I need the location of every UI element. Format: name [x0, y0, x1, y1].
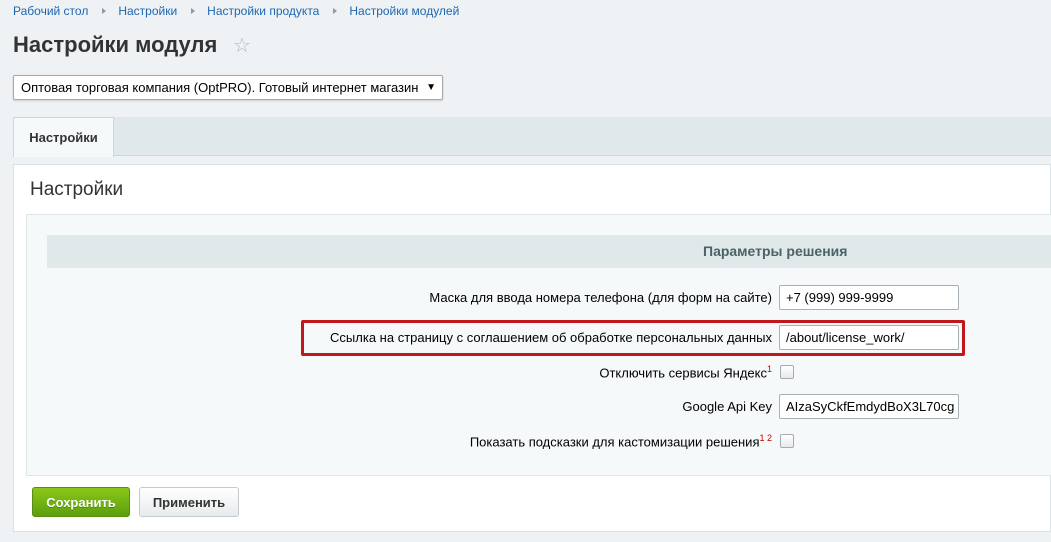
- yandex-services-label: Отключить сервисы Яндекс1: [599, 364, 772, 380]
- tabs-bar: Настройки: [13, 117, 1051, 157]
- breadcrumb: Рабочий стол Настройки Настройки продукт…: [13, 4, 459, 18]
- phone-mask-label: Маска для ввода номера телефона (для фор…: [429, 290, 772, 305]
- site-select-value: Оптовая торговая компания (OptPRO). Гото…: [21, 80, 419, 95]
- agreement-link-input[interactable]: /about/license_work/: [779, 325, 959, 350]
- tab-settings[interactable]: Настройки: [13, 117, 114, 157]
- page-title: Настройки модуля: [13, 32, 218, 57]
- breadcrumb-separator-icon: [102, 8, 107, 14]
- apply-button[interactable]: Применить: [139, 487, 239, 517]
- breadcrumb-separator-icon: [333, 8, 338, 14]
- settings-form: Параметры решения Маска для ввода номера…: [26, 214, 1051, 476]
- site-select[interactable]: Оптовая торговая компания (OptPRO). Гото…: [13, 75, 443, 100]
- customization-hints-label: Показать подсказки для кастомизации реше…: [470, 433, 772, 449]
- save-button[interactable]: Сохранить: [32, 487, 130, 517]
- footnote-marker: 1: [766, 364, 772, 374]
- footnote-marker: 1 2: [759, 433, 772, 443]
- google-api-key-input[interactable]: AIzaSyCkfEmdydBoX3L70cg: [779, 394, 959, 419]
- agreement-link-label: Ссылка на страницу с соглашением об обра…: [330, 330, 772, 345]
- breadcrumb-desktop[interactable]: Рабочий стол: [13, 4, 88, 18]
- google-api-key-label: Google Api Key: [682, 399, 772, 414]
- yandex-services-label-text: Отключить сервисы Яндекс: [599, 365, 767, 381]
- settings-panel: Настройки Параметры решения Маска для вв…: [13, 164, 1051, 532]
- breadcrumb-module-settings[interactable]: Настройки модулей: [349, 4, 459, 18]
- breadcrumb-product-settings[interactable]: Настройки продукта: [207, 4, 319, 18]
- breadcrumb-separator-icon: [191, 8, 196, 14]
- breadcrumb-settings[interactable]: Настройки: [118, 4, 177, 18]
- customization-hints-label-text: Показать подсказки для кастомизации реше…: [469, 434, 760, 450]
- star-icon[interactable]: ☆: [233, 36, 251, 56]
- yandex-services-checkbox[interactable]: [780, 365, 794, 379]
- dropdown-arrow-icon: ▼: [426, 82, 436, 93]
- phone-mask-input[interactable]: +7 (999) 999-9999: [779, 285, 959, 310]
- customization-hints-checkbox[interactable]: [780, 434, 794, 448]
- panel-title: Настройки: [30, 179, 124, 200]
